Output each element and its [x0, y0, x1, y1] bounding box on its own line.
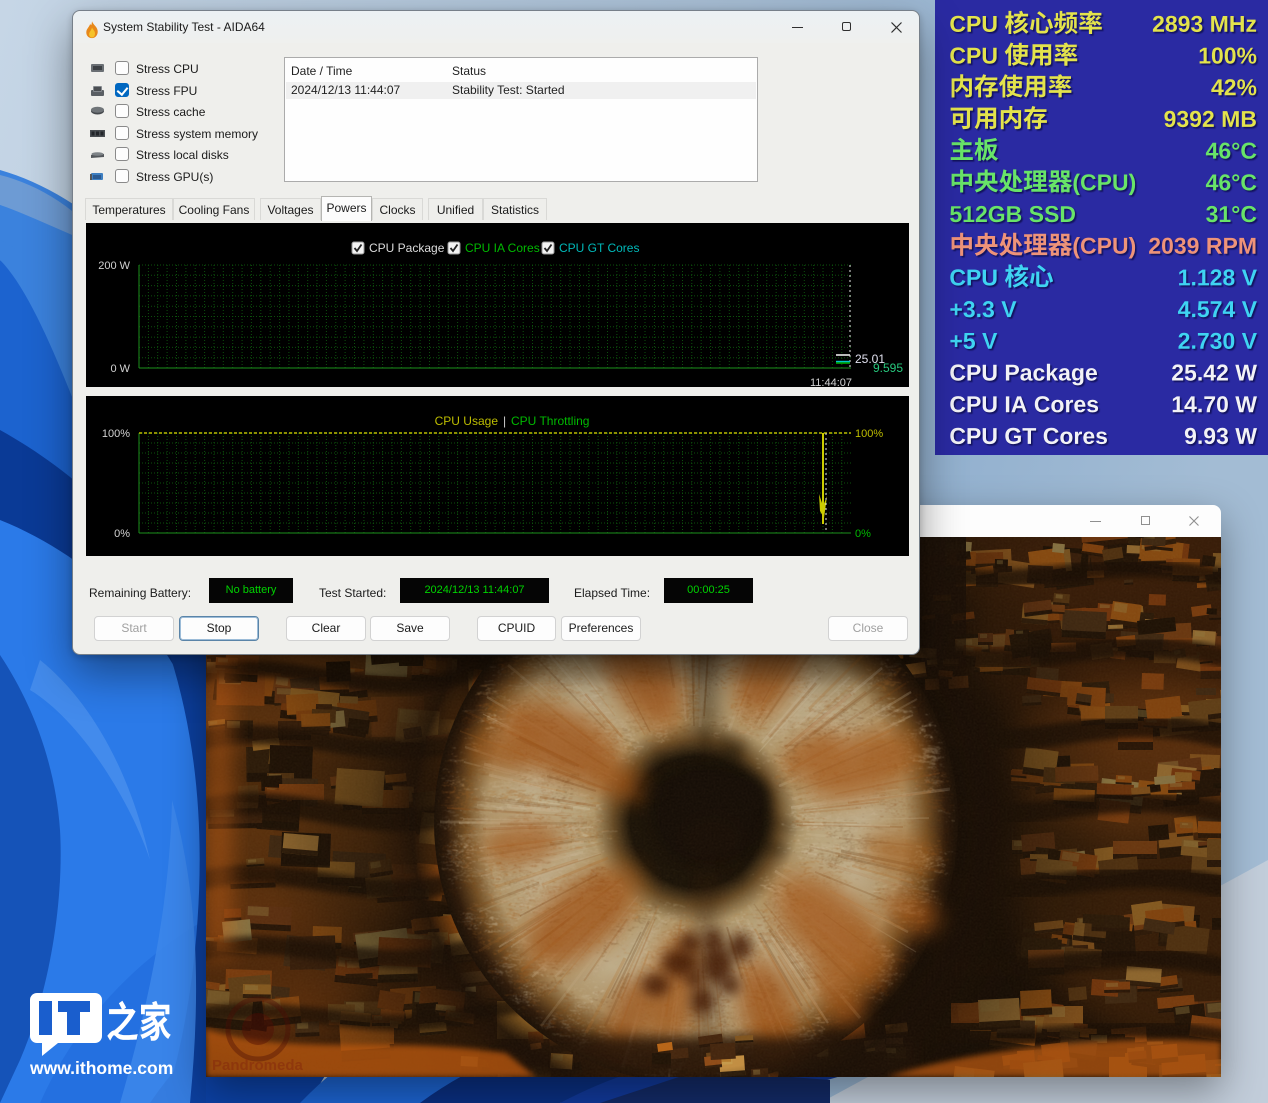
svg-text:CPU Usage: CPU Usage	[435, 414, 499, 428]
svg-text:0 W: 0 W	[110, 363, 130, 375]
svg-text:Pandromeda: Pandromeda	[212, 1057, 304, 1074]
svg-text:CPU GT Cores: CPU GT Cores	[559, 241, 639, 255]
svg-text:100%: 100%	[102, 428, 130, 440]
svg-text:0%: 0%	[114, 528, 130, 540]
svg-text:200 W: 200 W	[98, 260, 130, 272]
svg-text:11:44:07: 11:44:07	[810, 377, 852, 387]
svg-text:9.595: 9.595	[873, 361, 903, 375]
svg-text:CPU Package: CPU Package	[369, 241, 445, 255]
svg-text:100%: 100%	[855, 428, 883, 440]
svg-text:|: |	[503, 414, 506, 428]
svg-text:CPU IA Cores: CPU IA Cores	[465, 241, 540, 255]
svg-text:CPU Throttling: CPU Throttling	[511, 414, 589, 428]
svg-text:www.ithome.com: www.ithome.com	[29, 1058, 173, 1078]
svg-text:0%: 0%	[855, 528, 871, 540]
